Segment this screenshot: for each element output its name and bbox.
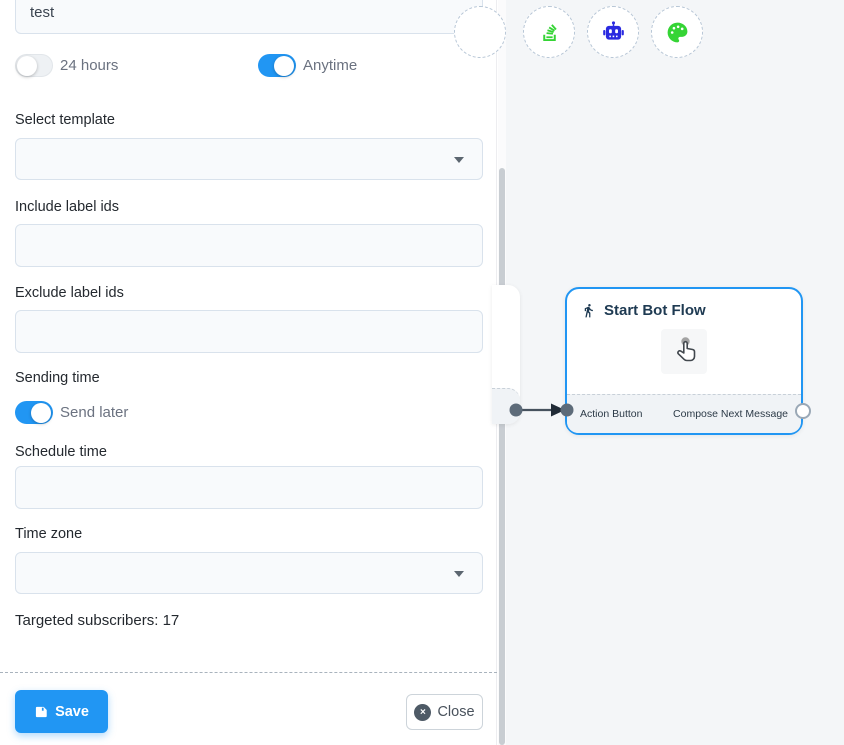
save-button[interactable]: Save (15, 690, 108, 733)
time-zone-label: Time zone (15, 526, 82, 542)
schedule-time-input[interactable] (15, 466, 483, 509)
stack-icon (537, 20, 562, 45)
node-title: Start Bot Flow (604, 302, 706, 319)
toolbar-circle-partial[interactable] (454, 6, 506, 58)
toggle-knob (17, 56, 37, 76)
node-tap-target[interactable] (661, 329, 707, 374)
time-zone-dropdown[interactable] (15, 552, 483, 594)
schedule-time-label: Schedule time (15, 444, 107, 460)
node-header: Start Bot Flow (567, 289, 801, 319)
chevron-down-icon (454, 571, 464, 577)
design-tool-button[interactable] (651, 6, 703, 58)
robot-icon (601, 20, 626, 45)
anytime-toggle[interactable] (258, 54, 296, 77)
broadcast-name-input[interactable] (15, 0, 483, 34)
palette-icon (665, 20, 690, 45)
broadcast-form-panel: 24 hours Anytime Select template Include… (0, 0, 497, 745)
close-button[interactable]: × Close (406, 694, 483, 730)
scrollbar-thumb[interactable] (499, 168, 505, 745)
24-hours-toggle[interactable] (15, 54, 53, 77)
chevron-down-icon (454, 157, 464, 163)
select-template-label: Select template (15, 112, 115, 128)
include-label-ids-label: Include label ids (15, 199, 119, 215)
bot-tool-button[interactable] (587, 6, 639, 58)
toggle-knob (31, 403, 51, 423)
close-icon: × (414, 704, 431, 721)
send-later-toggle[interactable] (15, 401, 53, 424)
node-footer-action-button-label[interactable]: Action Button (580, 408, 642, 420)
close-button-label: Close (437, 704, 474, 720)
send-later-toggle-label: Send later (60, 404, 128, 421)
exclude-label-ids-input[interactable] (15, 310, 483, 353)
save-button-label: Save (55, 704, 89, 720)
hand-tap-icon (666, 334, 702, 370)
node-footer: Action Button Compose Next Message (567, 394, 801, 433)
flow-builder-canvas[interactable]: Start Bot Flow Action Button Compose Nex… (506, 0, 844, 745)
toggle-knob (274, 56, 294, 76)
offscreen-node-partial[interactable] (492, 285, 520, 424)
walking-person-icon (581, 303, 596, 318)
save-icon (34, 705, 48, 719)
start-bot-flow-node[interactable]: Start Bot Flow Action Button Compose Nex… (565, 287, 803, 435)
24-hours-toggle-label: 24 hours (60, 57, 118, 74)
offscreen-node-footer (492, 388, 520, 424)
sending-time-label: Sending time (15, 370, 100, 386)
select-template-dropdown[interactable] (15, 138, 483, 180)
include-label-ids-input[interactable] (15, 224, 483, 267)
stack-tool-button[interactable] (523, 6, 575, 58)
broadcast-editor-screen: 24 hours Anytime Select template Include… (0, 0, 844, 745)
targeted-subscribers-text: Targeted subscribers: 17 (15, 612, 179, 629)
node-footer-compose-next-message-label[interactable]: Compose Next Message (673, 408, 788, 420)
node-output-port[interactable] (795, 403, 811, 419)
footer-divider (0, 672, 497, 673)
exclude-label-ids-label: Exclude label ids (15, 285, 124, 301)
anytime-toggle-label: Anytime (303, 57, 357, 74)
